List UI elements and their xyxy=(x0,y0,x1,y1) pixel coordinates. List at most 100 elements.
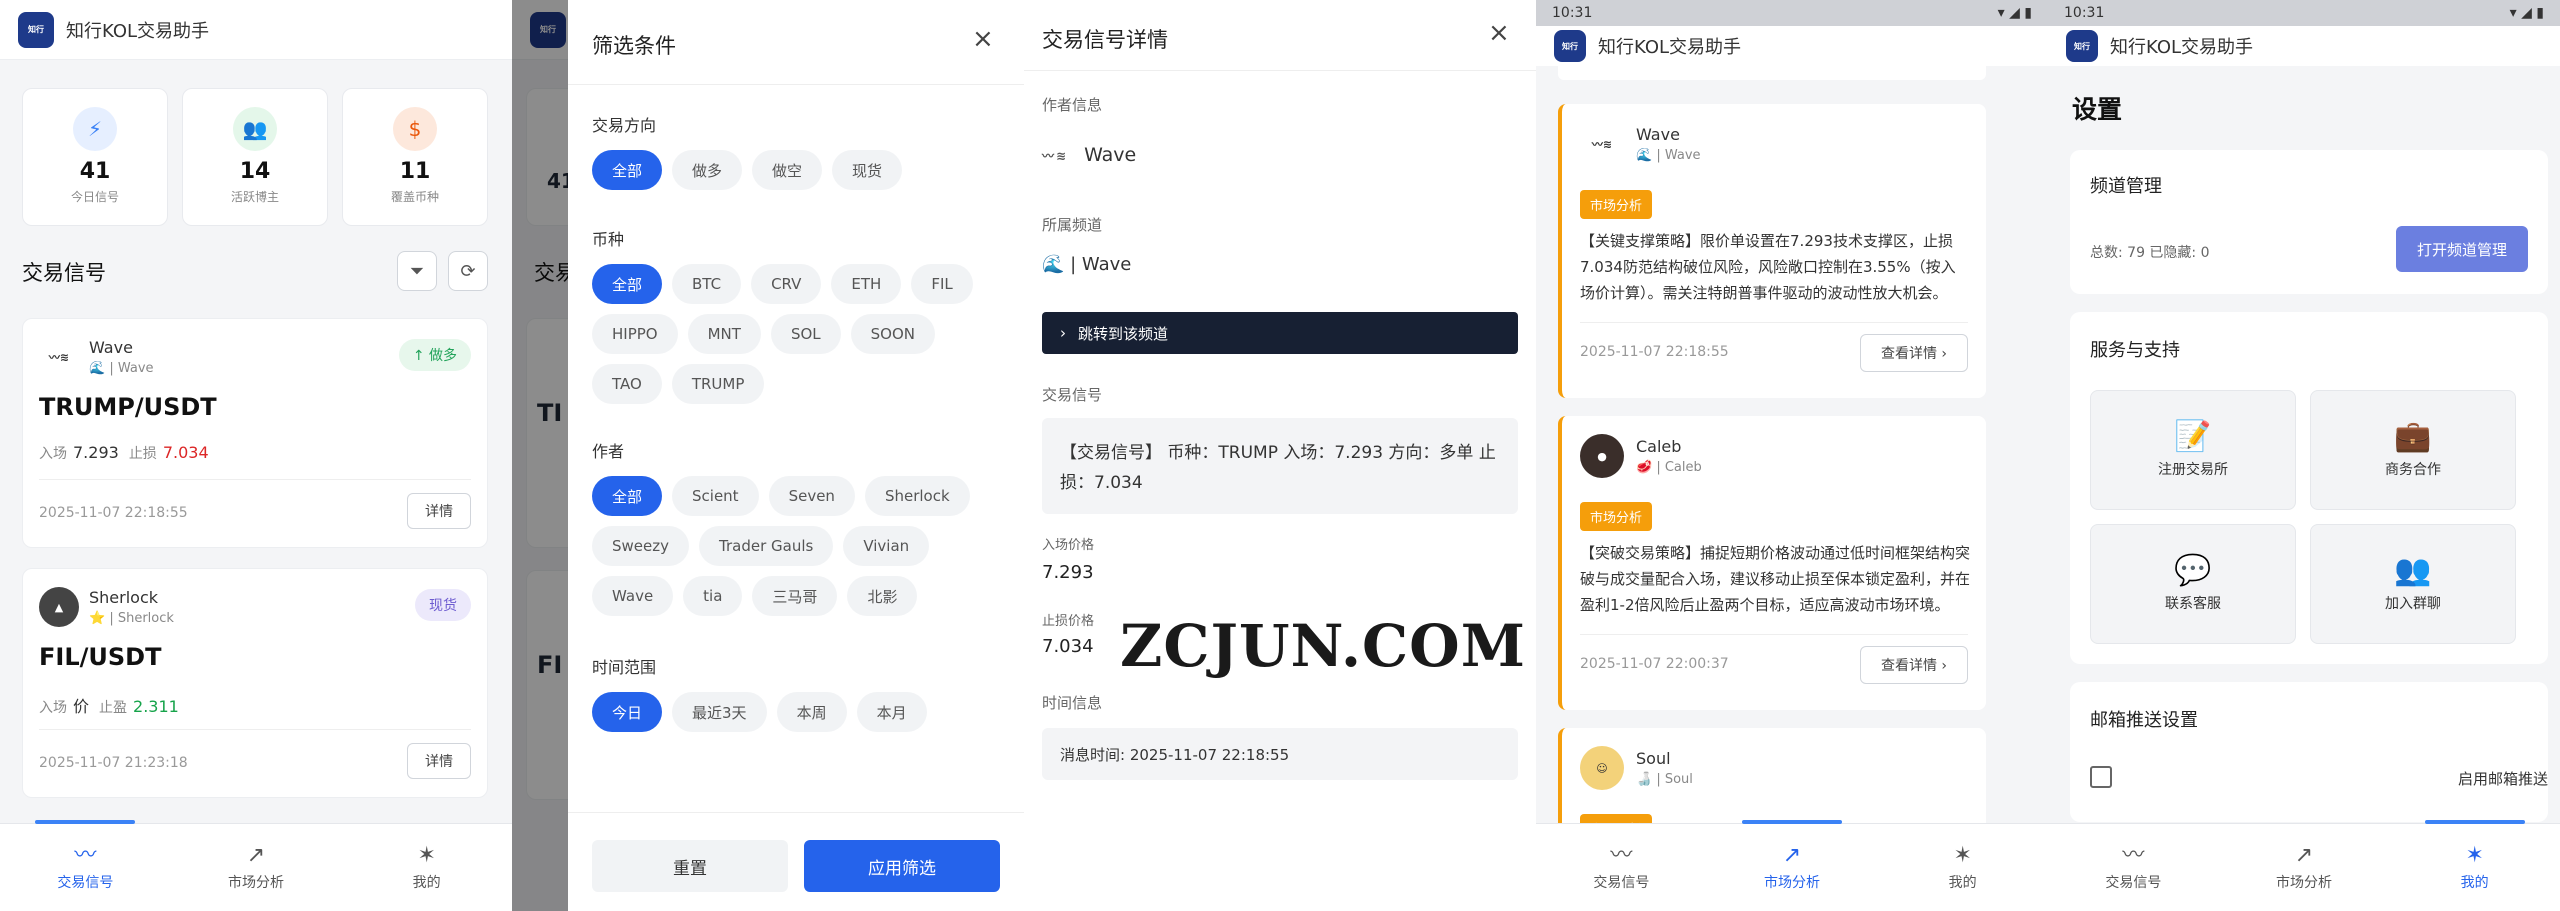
author-row: 〰≋ Wave xyxy=(1042,144,1136,166)
app-title: 知行KOL交易助手 xyxy=(2110,37,2254,58)
author-row: 〰≋ Wave 🌊 | Wave xyxy=(39,337,154,377)
trading-pair: FIL/USDT xyxy=(39,643,162,671)
author-meta: Wave 🌊 | Wave xyxy=(1636,125,1701,163)
coin-chip[interactable]: MNT xyxy=(687,314,761,354)
email-toggle-label: 启用邮箱推送 xyxy=(2457,770,2548,788)
author-chip[interactable]: Sherlock xyxy=(864,476,970,516)
nav-signals[interactable]: 〰交易信号 xyxy=(0,820,171,911)
filter-button[interactable]: ⏷ xyxy=(397,251,437,291)
stat-number: 14 xyxy=(239,159,271,184)
direction-chip[interactable]: 现货 xyxy=(832,150,903,190)
service-icon: 👥 xyxy=(2394,553,2432,588)
email-checkbox[interactable] xyxy=(2090,766,2112,788)
nav-market[interactable]: ↗ 市场分析 xyxy=(1707,820,1878,911)
status-bar: 10:31 ▾ ◢ ▮ xyxy=(2048,0,2560,26)
open-channel-mgmt-button[interactable]: 打开频道管理 xyxy=(2396,226,2528,272)
time-chip[interactable]: 今日 xyxy=(592,692,663,732)
nav-mine[interactable]: ✶ 我的 xyxy=(1877,824,2048,911)
reset-button[interactable]: 重置 xyxy=(592,840,788,892)
coin-chip[interactable]: HIPPO xyxy=(592,314,678,354)
time-chip[interactable]: 本周 xyxy=(776,692,847,732)
coin-chip[interactable]: FIL xyxy=(911,264,973,304)
author-chip[interactable]: tia xyxy=(683,576,743,616)
nav-signals[interactable]: 〰交易信号 xyxy=(2048,824,2219,911)
stop-label: 止损 xyxy=(128,446,157,462)
coin-chip[interactable]: ETH xyxy=(831,264,902,304)
nav-mine[interactable]: ✶ 我的 xyxy=(341,824,512,911)
app-header: 知行 知行KOL交易助手 xyxy=(0,0,512,60)
direction-chip[interactable]: 全部 xyxy=(592,150,663,190)
close-icon[interactable]: × xyxy=(972,24,994,54)
stat-icon: $ xyxy=(393,107,437,151)
service-tile[interactable]: 💬 联系客服 xyxy=(2090,524,2296,644)
nav-mine[interactable]: ✶ 我的 xyxy=(2389,820,2560,911)
channel-name: 🥩 | Caleb xyxy=(1636,460,1702,475)
divider xyxy=(568,812,1024,813)
signal-card[interactable]: 〰≋ Wave 🌊 | Wave ↑ 做多 TRUMP/USDT 入场 7.293 止损 7.0… xyxy=(22,318,488,548)
channel-name: 🌊 | Wave xyxy=(1636,148,1701,163)
author-chip[interactable]: 北影 xyxy=(847,576,918,616)
detail-button[interactable]: 详情 xyxy=(407,743,471,779)
author-meta: Sherlock ⭐ | Sherlock xyxy=(89,588,174,626)
coin-chip[interactable]: CRV xyxy=(751,264,822,304)
service-tile[interactable]: 💼 商务合作 xyxy=(2310,390,2516,510)
channel-label: 所属频道 xyxy=(1042,216,1103,234)
pulse-icon: 〰 xyxy=(74,842,97,868)
coin-chip[interactable]: TAO xyxy=(592,364,662,404)
author-chip[interactable]: Trader Gauls xyxy=(699,526,834,566)
author-chip[interactable]: Wave xyxy=(592,576,674,616)
stop-price: 7.034 xyxy=(1042,636,1094,657)
detail-button[interactable]: 详情 xyxy=(407,493,471,529)
nav-market[interactable]: ↗ 市场分析 xyxy=(2219,824,2390,911)
coin-label: 币种 xyxy=(592,230,625,249)
divider xyxy=(1024,70,1536,71)
time-chip[interactable]: 本月 xyxy=(856,692,927,732)
coin-chip[interactable]: SOON xyxy=(850,314,935,354)
channel-mgmt-title: 频道管理 xyxy=(2090,176,2162,197)
close-icon[interactable]: × xyxy=(1488,18,1510,48)
author-chip[interactable]: 三马哥 xyxy=(752,576,838,616)
direction-chip[interactable]: 做多 xyxy=(672,150,743,190)
view-detail-button[interactable]: 查看详情 › xyxy=(1860,646,1968,684)
time-range-label: 时间范围 xyxy=(592,658,657,677)
author-meta: Caleb 🥩 | Caleb xyxy=(1636,437,1702,475)
coin-chip[interactable]: TRUMP xyxy=(671,364,765,404)
service-card: 服务与支持 📝 注册交易所 💼 商务合作 💬 联系客服 👥 加入群聊 xyxy=(2070,312,2548,664)
signal-card[interactable]: ▲ Sherlock ⭐ | Sherlock 现货 FIL/USDT 入场价止盈 2.31… xyxy=(22,568,488,798)
email-card: 邮箱推送设置 启用邮箱推送 xyxy=(2070,682,2548,822)
service-tile[interactable]: 📝 注册交易所 xyxy=(2090,390,2296,510)
analysis-text: 【突破交易策略】捕捉短期价格波动通过低时间框架结构突破与成交量配合入场，建议移动… xyxy=(1580,544,1971,614)
coin-chip[interactable]: SOL xyxy=(770,314,841,354)
author-row: ● Caleb 🥩 | Caleb xyxy=(1580,434,1702,478)
jump-channel-button[interactable]: › 跳转到该频道 xyxy=(1042,312,1518,354)
coin-chip[interactable]: BTC xyxy=(672,264,742,304)
service-tile[interactable]: 👥 加入群聊 xyxy=(2310,524,2516,644)
view-detail-button[interactable]: 查看详情 › xyxy=(1860,334,1968,372)
author-chip[interactable]: Sweezy xyxy=(592,526,689,566)
apply-filter-button[interactable]: 应用筛选 xyxy=(804,840,1000,892)
direction-chip[interactable]: 做空 xyxy=(752,150,823,190)
author-chip[interactable]: Seven xyxy=(768,476,855,516)
screen-detail: 交易信号详情 × 作者信息 〰≋ Wave 所属频道 🌊 | Wave › 跳转到… xyxy=(1024,0,1536,911)
nav-market[interactable]: ↗ 市场分析 xyxy=(171,824,342,911)
coin-chip[interactable]: 全部 xyxy=(592,264,663,304)
author-chip[interactable]: Vivian xyxy=(843,526,930,566)
nav-signals[interactable]: 〰交易信号 xyxy=(1536,824,1707,911)
trend-icon: ↗ xyxy=(2294,842,2314,868)
time-chip[interactable]: 最近3天 xyxy=(672,692,767,732)
refresh-icon: ⟳ xyxy=(460,260,476,282)
filter-title: 筛选条件 xyxy=(592,34,676,58)
analysis-card[interactable]: ● Caleb 🥩 | Caleb 市场分析 【突破交易策略】捕捉短期价格波动通过低时间… xyxy=(1558,416,1986,710)
author-chip[interactable]: Scient xyxy=(672,476,759,516)
stop-label: 止盈 xyxy=(99,700,128,716)
entry-label: 入场 xyxy=(39,446,67,462)
refresh-button[interactable]: ⟳ xyxy=(448,251,488,291)
analysis-card[interactable]: 〰≋ Wave 🌊 | Wave 市场分析 【关键支撑策略】限价单设置在7.293技术支… xyxy=(1558,104,1986,398)
direction-badge: ↑ 做多 xyxy=(398,339,471,371)
divider xyxy=(39,729,471,730)
avatar: ☺ xyxy=(1580,746,1624,790)
stat-label: 覆盖币种 xyxy=(390,190,439,204)
author-chip[interactable]: 全部 xyxy=(592,476,663,516)
filter-icon: ⏷ xyxy=(409,260,425,282)
app-header: 知行 知行KOL交易助手 xyxy=(2048,26,2560,66)
